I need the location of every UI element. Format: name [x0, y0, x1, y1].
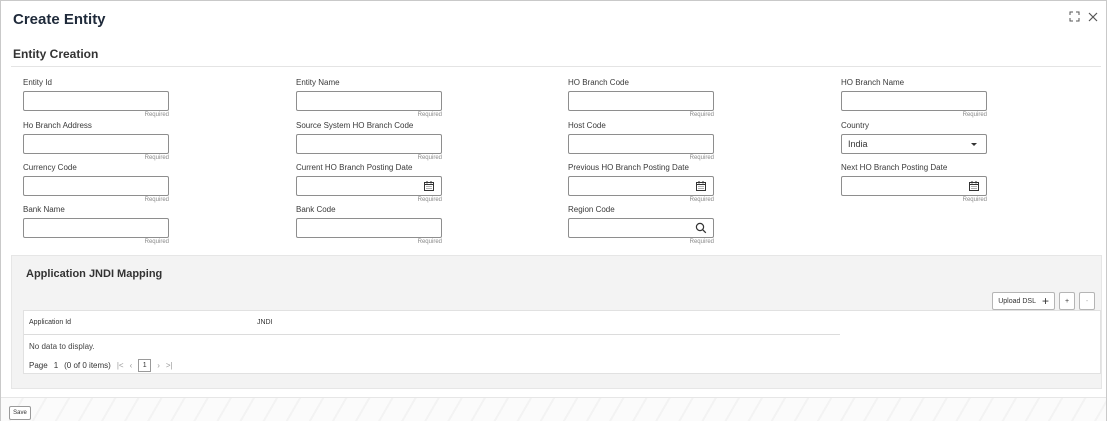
- field-label: Previous HO Branch Posting Date: [568, 163, 689, 172]
- column-header-jndi[interactable]: JNDI: [257, 319, 273, 326]
- prev-page-icon[interactable]: ‹: [130, 361, 133, 370]
- bank-code-input[interactable]: [296, 218, 442, 238]
- plus-icon: +: [1041, 294, 1049, 308]
- footer-bar: Save: [1, 397, 1106, 421]
- required-hint: Required: [962, 112, 987, 118]
- source-system-ho-branch-code-input[interactable]: [296, 134, 442, 154]
- field-label: Currency Code: [23, 163, 77, 172]
- upload-dsl-label: Upload DSL: [998, 297, 1036, 305]
- field-label: Host Code: [568, 121, 606, 130]
- panel-title: Application JNDI Mapping: [26, 268, 163, 280]
- country-value: India: [848, 139, 868, 149]
- field-label: Source System HO Branch Code: [296, 121, 414, 130]
- required-hint: Required: [689, 112, 714, 118]
- required-hint: Required: [417, 197, 442, 203]
- currency-code-input[interactable]: [23, 176, 169, 196]
- field-label: Next HO Branch Posting Date: [841, 163, 948, 172]
- field-label: Region Code: [568, 205, 615, 214]
- region-code-input[interactable]: [568, 218, 714, 238]
- current-ho-branch-posting-date-input[interactable]: [296, 176, 442, 196]
- calendar-icon[interactable]: [968, 180, 980, 192]
- pagination: Page 1 (0 of 0 items) |< ‹ 1 › >|: [29, 359, 173, 372]
- country-select[interactable]: India: [841, 134, 987, 154]
- calendar-icon[interactable]: [423, 180, 435, 192]
- required-hint: Required: [144, 112, 169, 118]
- ho-branch-name-input[interactable]: [841, 91, 987, 111]
- field-label: Entity Name: [296, 78, 340, 87]
- expand-icon[interactable]: [1069, 11, 1080, 25]
- add-row-button[interactable]: +: [1059, 292, 1075, 310]
- upload-dsl-button[interactable]: Upload DSL +: [992, 292, 1055, 310]
- field-label: Current HO Branch Posting Date: [296, 163, 413, 172]
- calendar-icon[interactable]: [695, 180, 707, 192]
- close-icon[interactable]: [1088, 11, 1098, 25]
- required-hint: Required: [144, 239, 169, 245]
- required-hint: Required: [417, 239, 442, 245]
- page-label: Page: [29, 361, 48, 370]
- field-label: Bank Name: [23, 205, 65, 214]
- current-page-button[interactable]: 1: [138, 359, 152, 372]
- bank-name-input[interactable]: [23, 218, 169, 238]
- grid-toolbar: Upload DSL + + -: [992, 292, 1095, 310]
- window-title: Create Entity: [13, 10, 106, 28]
- create-entity-window: Create Entity Entity Creation Entity Id …: [0, 0, 1107, 421]
- field-label: HO Branch Code: [568, 78, 629, 87]
- ho-branch-address-input[interactable]: [23, 134, 169, 154]
- last-page-icon[interactable]: >|: [166, 361, 173, 370]
- required-hint: Required: [962, 197, 987, 203]
- host-code-input[interactable]: [568, 134, 714, 154]
- jndi-table: Application Id JNDI No data to display. …: [23, 310, 1101, 374]
- save-button[interactable]: Save: [9, 406, 31, 420]
- remove-row-button[interactable]: -: [1079, 292, 1095, 310]
- application-jndi-mapping-panel: Application JNDI Mapping Upload DSL + + …: [11, 255, 1102, 389]
- entity-name-input[interactable]: [296, 91, 442, 111]
- items-count: (0 of 0 items): [64, 361, 111, 370]
- caret-down-icon: [968, 138, 980, 150]
- first-page-icon[interactable]: |<: [117, 361, 124, 370]
- required-hint: Required: [144, 197, 169, 203]
- column-header-application-id[interactable]: Application Id: [29, 319, 71, 326]
- required-hint: Required: [144, 155, 169, 161]
- section-header: Entity Creation: [11, 41, 1101, 67]
- entity-id-input[interactable]: [23, 91, 169, 111]
- title-bar: Create Entity: [1, 1, 1106, 37]
- required-hint: Required: [417, 155, 442, 161]
- ho-branch-code-input[interactable]: [568, 91, 714, 111]
- search-icon[interactable]: [695, 222, 707, 234]
- page-number: 1: [53, 361, 59, 370]
- table-header: Application Id JNDI: [24, 311, 840, 335]
- field-label: HO Branch Name: [841, 78, 905, 87]
- section-title: Entity Creation: [13, 46, 99, 61]
- next-ho-branch-posting-date-input[interactable]: [841, 176, 987, 196]
- previous-ho-branch-posting-date-input[interactable]: [568, 176, 714, 196]
- required-hint: Required: [689, 239, 714, 245]
- next-page-icon[interactable]: ›: [157, 361, 160, 370]
- empty-state-text: No data to display.: [29, 342, 95, 351]
- field-label: Ho Branch Address: [23, 121, 92, 130]
- required-hint: Required: [417, 112, 442, 118]
- field-label: Bank Code: [296, 205, 336, 214]
- required-hint: Required: [689, 197, 714, 203]
- required-hint: Required: [689, 155, 714, 161]
- field-label: Country: [841, 121, 870, 130]
- field-label: Entity Id: [23, 78, 52, 87]
